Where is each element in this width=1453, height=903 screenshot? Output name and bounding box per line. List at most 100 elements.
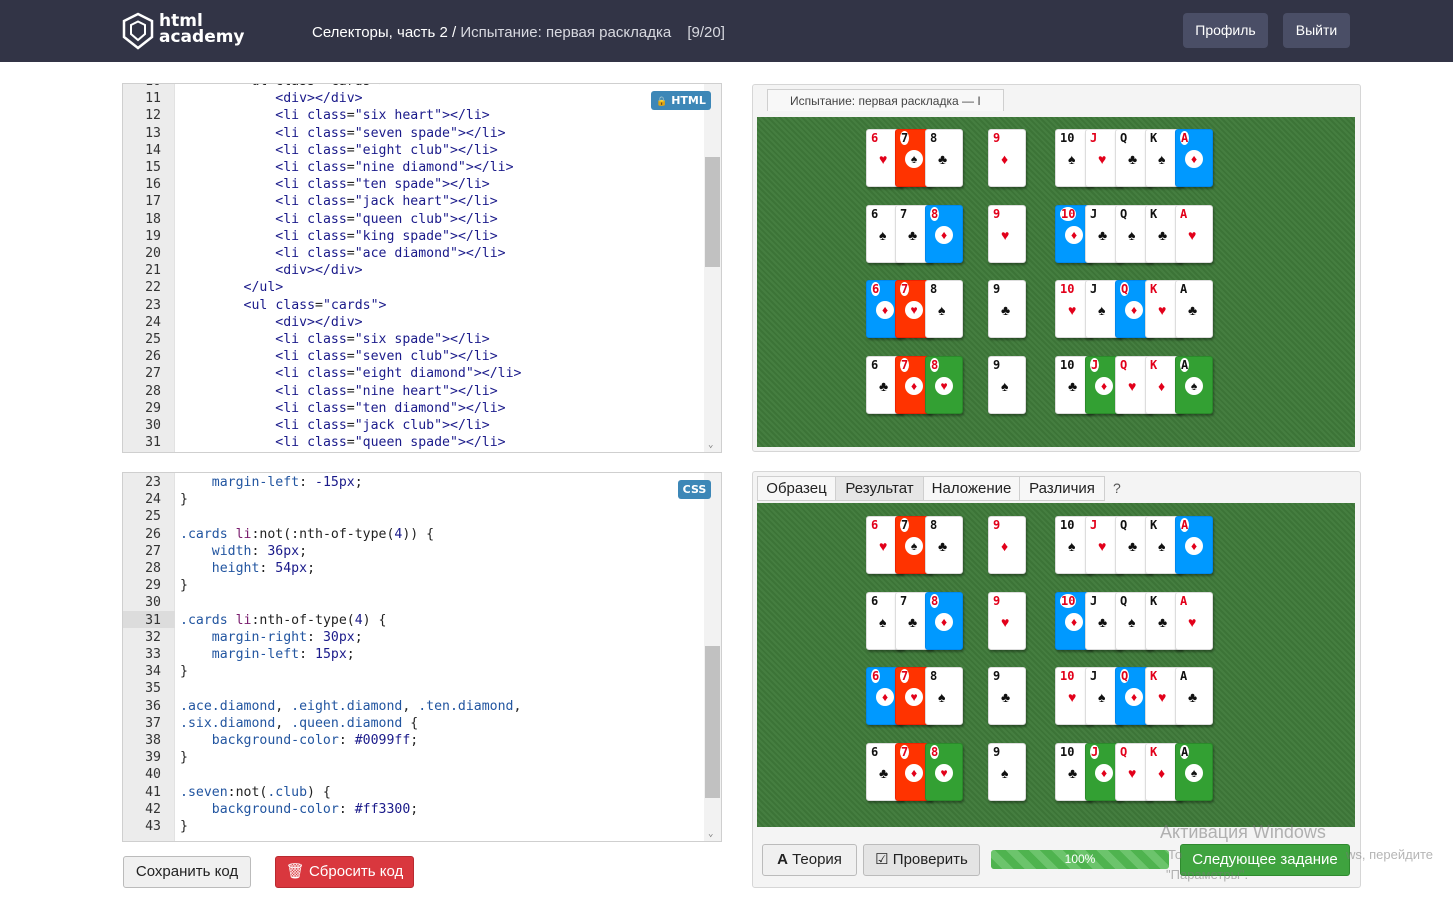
code-line[interactable]: 21 <div></div> bbox=[123, 262, 653, 279]
card-rank: 9 bbox=[993, 282, 1001, 296]
save-code-button[interactable]: Сохранить код bbox=[123, 856, 251, 888]
code-line[interactable]: 17 <li class="jack heart"></li> bbox=[123, 193, 653, 210]
code-line[interactable]: 42 background-color: #ff3300; bbox=[123, 801, 653, 818]
card-suit-icon: ♠ bbox=[905, 150, 923, 168]
code-line[interactable]: 12 <li class="six heart"></li> bbox=[123, 107, 653, 124]
html-editor-scrollbar[interactable]: ⌄ bbox=[704, 84, 721, 452]
breadcrumb-section[interactable]: Селекторы, часть 2 / bbox=[312, 24, 456, 41]
help-icon[interactable]: ? bbox=[1113, 476, 1121, 501]
code-line[interactable]: 33 margin-left: 15px; bbox=[123, 646, 653, 663]
card-rank: 7 bbox=[900, 669, 910, 683]
line-number: 31 bbox=[145, 435, 161, 451]
scrollbar-thumb[interactable] bbox=[705, 157, 720, 267]
code-line[interactable]: 35 bbox=[123, 680, 653, 697]
code-line[interactable]: 14 <li class="eight club"></li> bbox=[123, 142, 653, 159]
code-line[interactable]: 23 margin-left: -15px; bbox=[123, 474, 653, 491]
code-line[interactable]: 20 <li class="ace diamond"></li> bbox=[123, 245, 653, 262]
sample-tab[interactable]: Испытание: первая раскладка — I bbox=[767, 89, 1004, 111]
code-line[interactable]: 10 <ul class="cards"> bbox=[123, 84, 653, 90]
card-rank: Q bbox=[1120, 131, 1128, 145]
line-number: 11 bbox=[145, 91, 161, 107]
code-line[interactable]: 28 <li class="nine heart"></li> bbox=[123, 383, 653, 400]
check-button[interactable]: ☑ Проверить bbox=[863, 844, 980, 876]
line-number: 32 bbox=[145, 629, 161, 645]
code-line[interactable]: 34} bbox=[123, 663, 653, 680]
code-line[interactable]: 26 <li class="seven club"></li> bbox=[123, 348, 653, 365]
top-header: html academy Селекторы, часть 2 / Испытан… bbox=[0, 0, 1453, 62]
card-rank: 9 bbox=[993, 593, 1001, 608]
tab-overlay[interactable]: Наложение bbox=[923, 476, 1020, 501]
code-line[interactable]: 37 .six.diamond, .queen.diamond { bbox=[123, 715, 653, 732]
line-number: 41 bbox=[145, 784, 161, 800]
code-line[interactable]: 30 <li class="jack club"></li> bbox=[123, 417, 653, 434]
code-line[interactable]: 27 width: 36px; bbox=[123, 543, 653, 560]
tab-result[interactable]: Результат bbox=[835, 476, 924, 501]
card-rank: 10 bbox=[1060, 206, 1077, 221]
code-line[interactable]: 19 <li class="king spade"></li> bbox=[123, 228, 653, 245]
line-number: 24 bbox=[145, 492, 161, 508]
code-line[interactable]: 40 bbox=[123, 766, 653, 783]
code-line[interactable]: 29 <li class="ten diamond"></li> bbox=[123, 400, 653, 417]
card-rank: 6 bbox=[871, 669, 881, 683]
line-number: 21 bbox=[145, 263, 161, 279]
card-rank: 6 bbox=[871, 744, 879, 759]
card-rank: J bbox=[1090, 282, 1098, 296]
css-code-editor[interactable]: 23 margin-left: -15px; 24} 25 26 .cards li:n… bbox=[122, 472, 722, 842]
css-editor-scrollbar[interactable]: ⌄ bbox=[704, 473, 721, 841]
code-line[interactable]: 29} bbox=[123, 577, 653, 594]
playing-card: 9 ♥ bbox=[988, 591, 1026, 650]
line-number: 31 bbox=[145, 612, 161, 628]
html-academy-logo[interactable]: html academy bbox=[122, 12, 245, 52]
tab-differences[interactable]: Различия bbox=[1019, 476, 1105, 501]
code-line[interactable]: 31 .cards li:nth-of-type(4) { bbox=[123, 612, 653, 629]
code-line[interactable]: 28 height: 54px; bbox=[123, 560, 653, 577]
tab-sample[interactable]: Образец bbox=[757, 476, 836, 501]
line-number: 20 bbox=[145, 246, 161, 261]
card-suit-icon: ♥ bbox=[1128, 377, 1137, 394]
card-suit-icon: ♠ bbox=[1158, 538, 1166, 554]
code-line[interactable]: 24 <div></div> bbox=[123, 314, 653, 331]
reset-code-button[interactable]: 🗑 Сбросить код bbox=[275, 856, 414, 888]
code-line[interactable]: 18 <li class="queen club"></li> bbox=[123, 211, 653, 228]
progress-bar: 100% bbox=[991, 850, 1169, 869]
code-line[interactable]: 36 .ace.diamond, .eight.diamond, .ten.dia… bbox=[123, 698, 653, 715]
windows-activation-title: Активация Windows bbox=[1160, 822, 1326, 842]
theory-button[interactable]: A Теория bbox=[762, 844, 857, 876]
trash-icon: 🗑 bbox=[285, 863, 305, 880]
code-line[interactable]: 38 background-color: #0099ff; bbox=[123, 732, 653, 749]
card-suit-icon: ♣ bbox=[879, 377, 889, 394]
html-code-editor[interactable]: 10 <ul class="cards">11 <div></div>12 <l… bbox=[122, 83, 722, 453]
code-line[interactable]: 31 <li class="queen spade"></li> bbox=[123, 434, 653, 451]
card-rank: 6 bbox=[871, 518, 879, 532]
card-rank: J bbox=[1090, 593, 1098, 608]
card-rank: 10 bbox=[1060, 131, 1075, 145]
code-line[interactable]: 25 <li class="six spade"></li> bbox=[123, 331, 653, 348]
scroll-down-icon[interactable]: ⌄ bbox=[708, 829, 713, 839]
code-line[interactable]: 16 <li class="ten spade"></li> bbox=[123, 176, 653, 193]
line-number: 28 bbox=[145, 383, 161, 399]
scrollbar-thumb[interactable] bbox=[705, 646, 720, 798]
code-line[interactable]: 39} bbox=[123, 749, 653, 766]
code-line[interactable]: 23 <ul class="cards"> bbox=[123, 297, 653, 314]
card-rank: 8 bbox=[930, 357, 940, 372]
code-line[interactable]: 24} bbox=[123, 491, 653, 508]
code-line[interactable]: 15 <li class="nine diamond"></li> bbox=[123, 159, 653, 176]
code-line[interactable]: 30 bbox=[123, 594, 653, 611]
code-line[interactable]: 43} bbox=[123, 818, 653, 835]
card-suit-icon: ♠ bbox=[1001, 764, 1009, 781]
code-line[interactable]: 32 margin-right: 30px; bbox=[123, 629, 653, 646]
logout-button[interactable]: Выйти bbox=[1283, 13, 1350, 48]
profile-button[interactable]: Профиль bbox=[1183, 13, 1268, 48]
code-line[interactable]: 27 <li class="eight diamond"></li> bbox=[123, 365, 653, 382]
code-line[interactable]: 13 <li class="seven spade"></li> bbox=[123, 125, 653, 142]
code-line[interactable]: 11 <div></div> bbox=[123, 90, 653, 107]
card-suit-icon: ♥ bbox=[1068, 689, 1077, 705]
code-line[interactable]: 25 bbox=[123, 508, 653, 525]
code-line[interactable]: 26 .cards li:not(:nth-of-type(4)) { bbox=[123, 526, 653, 543]
code-line[interactable]: 41 .seven:not(.club) { bbox=[123, 784, 653, 801]
code-line[interactable]: 22 </ul> bbox=[123, 279, 653, 296]
card-suit-icon: ♣ bbox=[938, 538, 948, 554]
line-number: 30 bbox=[145, 418, 161, 433]
scroll-down-icon[interactable]: ⌄ bbox=[708, 440, 713, 450]
card-suit-icon: ♥ bbox=[879, 151, 888, 167]
